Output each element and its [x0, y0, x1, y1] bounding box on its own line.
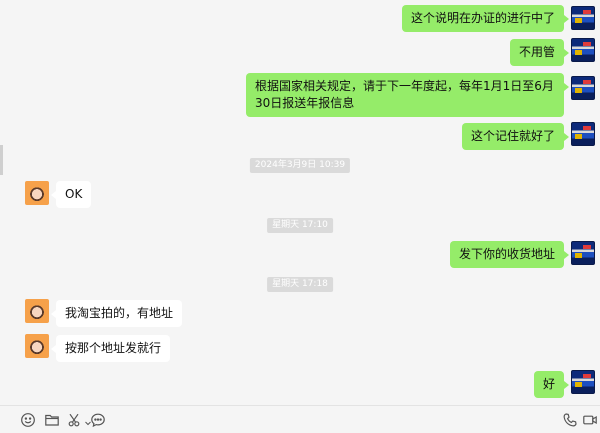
- my-avatar[interactable]: [571, 38, 595, 62]
- message-bubble-sent[interactable]: 这个说明在办证的进行中了: [401, 5, 570, 32]
- message-bubble-sent[interactable]: 不用管: [509, 39, 570, 66]
- my-avatar[interactable]: [571, 6, 595, 30]
- message-bubble-sent[interactable]: 这个记住就好了: [461, 123, 570, 150]
- emoji-icon[interactable]: [20, 412, 36, 428]
- contact-avatar[interactable]: [25, 334, 49, 358]
- chevron-down-icon[interactable]: [80, 412, 91, 428]
- message-bubble-received[interactable]: OK: [50, 181, 92, 208]
- message-bubble-received[interactable]: 我淘宝拍的，有地址: [50, 300, 183, 327]
- message-bubble-sent[interactable]: 根据国家相关规定，请于下一年度起，每年1月1日至6月30日报送年报信息: [246, 73, 569, 117]
- contact-avatar[interactable]: [25, 299, 49, 323]
- my-avatar[interactable]: [571, 370, 595, 394]
- input-toolbar: [0, 405, 600, 433]
- my-avatar[interactable]: [571, 76, 595, 100]
- voice-call-icon[interactable]: [562, 412, 578, 428]
- my-avatar[interactable]: [571, 241, 595, 265]
- video-call-icon[interactable]: [582, 412, 598, 428]
- timestamp: 星期天 17:18: [267, 277, 333, 292]
- message-bubble-sent[interactable]: 发下你的收货地址: [449, 241, 570, 268]
- chat-history-icon[interactable]: [90, 412, 106, 428]
- timestamp: 星期天 17:10: [267, 218, 333, 233]
- message-bubble-received[interactable]: 按那个地址发就行: [50, 335, 171, 362]
- timestamp: 2024年3月9日 10:39: [249, 158, 351, 173]
- message-list[interactable]: 这个说明在办证的进行中了 不用管 根据国家相关规定，请于下一年度起，每年1月1日…: [0, 0, 600, 405]
- folder-icon[interactable]: [44, 412, 60, 428]
- message-bubble-sent[interactable]: 好: [533, 371, 570, 398]
- my-avatar[interactable]: [571, 122, 595, 146]
- contact-avatar[interactable]: [25, 181, 49, 205]
